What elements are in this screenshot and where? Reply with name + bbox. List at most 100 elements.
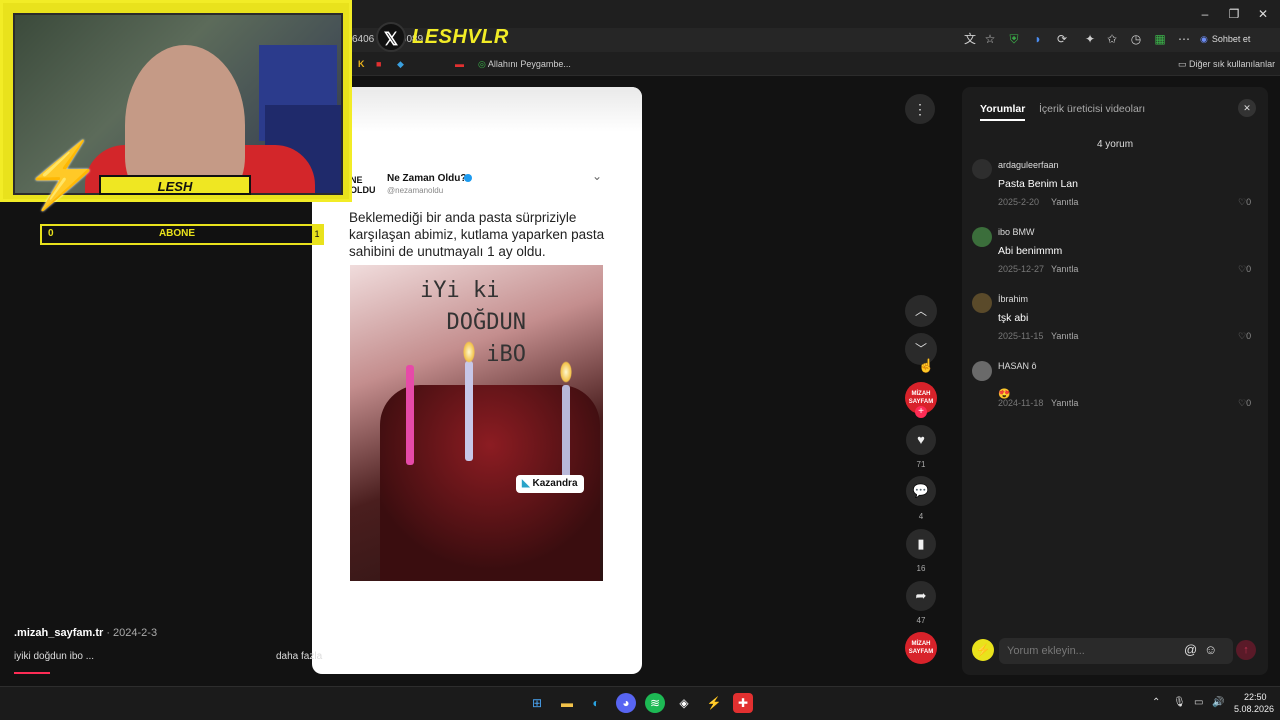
comment-username[interactable]: ibo BMW [998,227,1035,237]
streamer-nameplate: LESH [99,175,251,195]
bookmark-icon-green: ◎ [478,59,486,69]
copilot-chat-label: Sohbet et [1211,34,1251,44]
verified-badge-icon [464,174,472,182]
comment-username[interactable]: ardaguleerfaan [998,160,1059,170]
comment-like[interactable]: ♡0 [1238,264,1251,275]
mouse-cursor-icon: ☝ [918,358,935,373]
more-menu-icon[interactable]: ⋯ [1176,31,1192,47]
app-red-icon[interactable]: ✚ [733,693,753,713]
app-bolt-icon[interactable]: ⚡ [704,693,724,713]
comment-date: 2025-2-20 [998,197,1040,207]
bookmark-icon-blue[interactable]: ◆ [397,57,404,71]
spotify-icon[interactable]: ≋ [645,693,665,713]
folder-icon: ▭ [1178,59,1187,69]
bookmark-icon-youtube[interactable]: ▬ [455,57,464,71]
comment-username[interactable]: İbrahim [998,294,1028,304]
edge-browser-icon[interactable]: ◐ [586,693,606,713]
reply-button[interactable]: Yanıtla [1051,264,1078,274]
bookmark-allah[interactable]: ◎ Allahını Peygambe... [478,57,571,71]
app-icon[interactable]: ◈ [674,693,694,713]
avatar[interactable] [972,159,992,179]
candle-white-right [562,385,570,485]
volume-icon[interactable]: 🔊 [1212,697,1224,708]
history-icon[interactable]: ◷ [1128,31,1144,47]
subscriber-goal-bar: 0 ABONE 1 [40,224,324,245]
close-icon[interactable]: ✕ [1238,99,1256,117]
clock-date[interactable]: 5.08.2026 [1234,704,1274,714]
avatar[interactable] [972,293,992,313]
shield-extension-icon[interactable]: ⛨ [1006,31,1022,47]
clock-time[interactable]: 22:50 [1244,692,1267,702]
video-description: iyiki doğdun ibo ... [14,651,95,662]
copilot-chat-button[interactable]: ◉ Sohbet et [1200,31,1250,47]
flame [560,361,572,383]
comment-like-count: 0 [1246,264,1252,274]
chevron-down-icon: ⌄ [592,169,603,183]
tweet-text: Beklemediği bir anda pasta sürpriziyle k… [349,210,605,259]
microphone-icon[interactable]: 🎙 [1173,697,1186,708]
monitor-icon[interactable]: ▭ [1194,697,1203,708]
close-window-icon[interactable]: ✕ [1248,5,1278,23]
comment-date: 2024-11-18 [998,398,1044,408]
more-options-icon[interactable]: ⋮ [905,94,935,124]
bookmark-k[interactable]: K [358,57,365,71]
follow-plus-icon[interactable]: + [915,406,927,418]
discord-icon[interactable]: ◕ [616,693,636,713]
tweet-logo: NE OLDU [350,175,376,195]
taskbar [0,686,1280,720]
like-heart-icon[interactable]: ♥ [906,425,936,455]
mention-at-icon[interactable]: @ [1184,642,1197,657]
comment-input[interactable] [999,638,1233,664]
author-name[interactable]: .mizah_sayfam.tr [14,627,103,639]
reply-button[interactable]: Yanıtla [1051,197,1078,207]
share-arrow-icon[interactable]: ➦ [906,581,936,611]
reply-button[interactable]: Yanıtla [1051,331,1078,341]
video-player[interactable]: NE OLDU Ne Zaman Oldu? @nezamanoldu ⌄ Be… [312,87,642,674]
comment-text: Abi benimmm [998,245,1063,257]
cake-card-writing: iYi ki DOĞDUN iBO [420,278,526,367]
comment-like[interactable]: ♡0 [1238,331,1251,342]
emoji-picker-icon[interactable]: ☺ [1204,642,1217,657]
puzzle-extension-icon[interactable]: ✦ [1082,31,1098,47]
avatar[interactable] [972,361,992,381]
video-progress-bar[interactable] [14,672,50,674]
windows-start-icon[interactable]: ⊞ [527,693,547,713]
comments-panel: Yorumlar İçerik üreticisi videoları ✕ 4 … [962,87,1268,675]
heart-outline-icon: ♡ [1238,398,1247,408]
tweet-handle: @nezamanoldu [387,186,444,195]
avatar[interactable] [972,227,992,247]
streamer-face [125,45,245,193]
bookmark-icon[interactable]: ▮ [906,529,936,559]
bookmark-icon-red[interactable]: ■ [376,57,381,71]
music-avatar[interactable]: MİZAH SAYFAM [905,632,937,664]
comment-like-count: 0 [1246,331,1252,341]
comment-icon[interactable]: 💬 [906,476,936,506]
translate-icon[interactable]: 文 [962,31,978,47]
tab-comments[interactable]: Yorumlar [980,103,1026,121]
favorites-icon[interactable]: ✩ [1104,31,1120,47]
extension-icon[interactable]: ◗ [1030,31,1046,47]
comment-like[interactable]: ♡0 [1238,197,1251,208]
video-author[interactable]: .mizah_sayfam.tr · 2024-2-3 [14,627,157,639]
other-bookmarks[interactable]: ▭ Diğer sık kullanılanlar [1178,57,1275,71]
refresh-extension-icon[interactable]: ⟳ [1054,31,1070,47]
subscriber-label: ABONE [158,228,196,239]
favorite-star-icon[interactable]: ☆ [982,31,998,47]
minimize-icon[interactable]: – [1190,5,1220,23]
comment-like[interactable]: ♡0 [1238,398,1251,409]
comment-username[interactable]: HASAN ô [998,361,1037,371]
collections-icon[interactable]: ▦ [1152,31,1168,47]
more-link[interactable]: daha fazla [276,651,322,662]
tab-creator-videos[interactable]: İçerik üreticisi videoları [1039,103,1145,115]
previous-video-chevron-up-icon[interactable]: ︿ [905,295,937,327]
restore-icon[interactable]: ❐ [1219,5,1249,23]
reply-button[interactable]: Yanıtla [1051,398,1078,408]
send-arrow-icon[interactable]: ↑ [1236,640,1256,660]
tray-chevron-up-icon[interactable]: ⌃ [1152,697,1160,708]
like-count: 71 [916,460,926,469]
comment-text: Pasta Benim Lan [998,178,1078,190]
other-bookmarks-label: Diğer sık kullanılanlar [1189,59,1276,69]
candle-white [465,361,473,461]
file-explorer-icon[interactable]: ▬ [557,693,577,713]
share-count: 47 [916,616,926,625]
